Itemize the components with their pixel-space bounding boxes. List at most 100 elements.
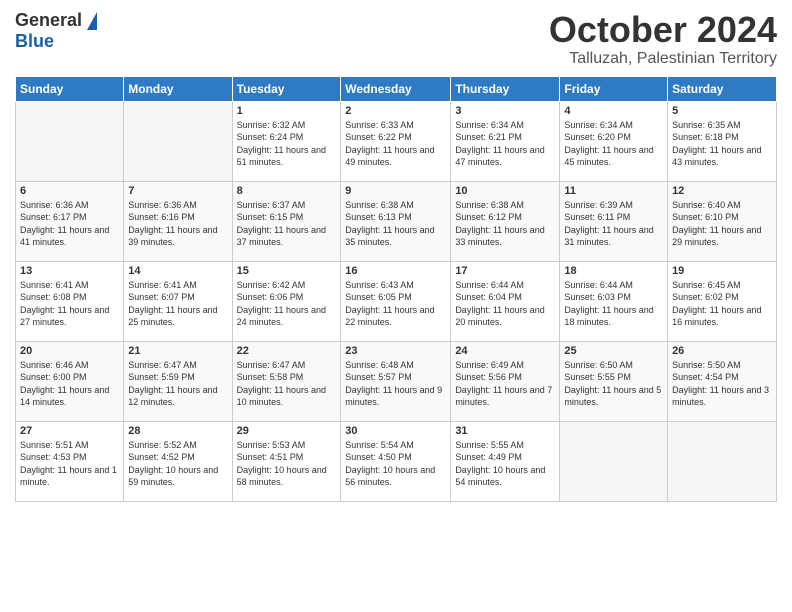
calendar-cell: 10 Sunrise: 6:38 AMSunset: 6:12 PMDayligh… xyxy=(451,181,560,261)
logo-general-text: General xyxy=(15,10,82,31)
day-number: 17 xyxy=(455,265,555,277)
calendar: SundayMondayTuesdayWednesdayThursdayFrid… xyxy=(15,76,777,502)
title-month: October 2024 xyxy=(549,10,777,50)
day-number: 20 xyxy=(20,345,119,357)
day-number: 13 xyxy=(20,265,119,277)
calendar-header-row: SundayMondayTuesdayWednesdayThursdayFrid… xyxy=(16,76,777,101)
calendar-cell: 16 Sunrise: 6:43 AMSunset: 6:05 PMDayligh… xyxy=(341,261,451,341)
calendar-cell: 2 Sunrise: 6:33 AMSunset: 6:22 PMDaylight… xyxy=(341,101,451,181)
day-info: Sunrise: 6:39 AMSunset: 6:11 PMDaylight:… xyxy=(564,199,663,249)
calendar-header-thursday: Thursday xyxy=(451,76,560,101)
header: General Blue October 2024 Talluzah, Pale… xyxy=(15,10,777,68)
day-info: Sunrise: 6:47 AMSunset: 5:58 PMDaylight:… xyxy=(237,359,337,409)
day-number: 26 xyxy=(672,345,772,357)
calendar-cell: 7Sunrise: 6:36 AMSunset: 6:16 PMDaylight… xyxy=(124,181,232,261)
calendar-cell: 1Sunrise: 6:32 AMSunset: 6:24 PMDaylight… xyxy=(232,101,341,181)
day-number: 9 xyxy=(345,185,446,197)
calendar-cell: 30 Sunrise: 5:54 AMSunset: 4:50 PMDayligh… xyxy=(341,421,451,501)
day-info: Sunrise: 5:53 AMSunset: 4:51 PMDaylight:… xyxy=(237,439,337,489)
calendar-cell: 3Sunrise: 6:34 AMSunset: 6:21 PMDaylight… xyxy=(451,101,560,181)
calendar-header-friday: Friday xyxy=(560,76,668,101)
calendar-cell: 4Sunrise: 6:34 AMSunset: 6:20 PMDaylight… xyxy=(560,101,668,181)
day-number: 11 xyxy=(564,185,663,197)
day-info: Sunrise: 6:47 AMSunset: 5:59 PMDaylight:… xyxy=(128,359,227,409)
calendar-cell: 26 Sunrise: 5:50 AMSunset: 4:54 PMDayligh… xyxy=(668,341,777,421)
calendar-cell: 27 Sunrise: 5:51 AMSunset: 4:53 PMDayligh… xyxy=(16,421,124,501)
day-number: 29 xyxy=(237,425,337,437)
day-info: Sunrise: 6:43 AMSunset: 6:05 PMDaylight:… xyxy=(345,279,446,329)
logo-blue-text: Blue xyxy=(15,31,54,52)
day-number: 18 xyxy=(564,265,663,277)
calendar-cell: 20Sunrise: 6:46 AMSunset: 6:00 PMDayligh… xyxy=(16,341,124,421)
day-number: 27 xyxy=(20,425,119,437)
day-info: Sunrise: 5:50 AMSunset: 4:54 PMDaylight:… xyxy=(672,359,772,409)
calendar-cell: 29 Sunrise: 5:53 AMSunset: 4:51 PMDayligh… xyxy=(232,421,341,501)
day-number: 10 xyxy=(455,185,555,197)
calendar-cell: 9 Sunrise: 6:38 AMSunset: 6:13 PMDaylight… xyxy=(341,181,451,261)
day-info: Sunrise: 5:51 AMSunset: 4:53 PMDaylight:… xyxy=(20,439,119,489)
day-number: 30 xyxy=(345,425,446,437)
day-number: 16 xyxy=(345,265,446,277)
calendar-header-wednesday: Wednesday xyxy=(341,76,451,101)
day-number: 22 xyxy=(237,345,337,357)
calendar-cell: 11 Sunrise: 6:39 AMSunset: 6:11 PMDayligh… xyxy=(560,181,668,261)
title-block: October 2024 Talluzah, Palestinian Terri… xyxy=(549,10,777,68)
day-number: 3 xyxy=(455,105,555,117)
day-info: Sunrise: 6:49 AMSunset: 5:56 PMDaylight:… xyxy=(455,359,555,409)
day-info: Sunrise: 6:37 AMSunset: 6:15 PMDaylight:… xyxy=(237,199,337,249)
calendar-week-row: 20Sunrise: 6:46 AMSunset: 6:00 PMDayligh… xyxy=(16,341,777,421)
day-info: Sunrise: 6:38 AMSunset: 6:12 PMDaylight:… xyxy=(455,199,555,249)
calendar-cell: 31 Sunrise: 5:55 AMSunset: 4:49 PMDayligh… xyxy=(451,421,560,501)
calendar-cell: 15Sunrise: 6:42 AMSunset: 6:06 PMDayligh… xyxy=(232,261,341,341)
day-info: Sunrise: 6:33 AMSunset: 6:22 PMDaylight:… xyxy=(345,119,446,169)
day-info: Sunrise: 5:54 AMSunset: 4:50 PMDaylight:… xyxy=(345,439,446,489)
calendar-cell: 22 Sunrise: 6:47 AMSunset: 5:58 PMDayligh… xyxy=(232,341,341,421)
calendar-cell: 17 Sunrise: 6:44 AMSunset: 6:04 PMDayligh… xyxy=(451,261,560,341)
day-info: Sunrise: 6:40 AMSunset: 6:10 PMDaylight:… xyxy=(672,199,772,249)
day-number: 28 xyxy=(128,425,227,437)
day-number: 25 xyxy=(564,345,663,357)
calendar-cell: 21Sunrise: 6:47 AMSunset: 5:59 PMDayligh… xyxy=(124,341,232,421)
day-number: 2 xyxy=(345,105,446,117)
day-info: Sunrise: 6:45 AMSunset: 6:02 PMDaylight:… xyxy=(672,279,772,329)
calendar-cell xyxy=(668,421,777,501)
calendar-cell xyxy=(124,101,232,181)
day-number: 31 xyxy=(455,425,555,437)
calendar-header-sunday: Sunday xyxy=(16,76,124,101)
title-location: Talluzah, Palestinian Territory xyxy=(549,50,777,68)
calendar-cell: 6Sunrise: 6:36 AMSunset: 6:17 PMDaylight… xyxy=(16,181,124,261)
day-info: Sunrise: 6:41 AMSunset: 6:08 PMDaylight:… xyxy=(20,279,119,329)
day-number: 6 xyxy=(20,185,119,197)
calendar-cell: 13 Sunrise: 6:41 AMSunset: 6:08 PMDayligh… xyxy=(16,261,124,341)
day-info: Sunrise: 6:38 AMSunset: 6:13 PMDaylight:… xyxy=(345,199,446,249)
day-number: 5 xyxy=(672,105,772,117)
day-number: 19 xyxy=(672,265,772,277)
day-number: 14 xyxy=(128,265,227,277)
day-number: 24 xyxy=(455,345,555,357)
calendar-cell: 23Sunrise: 6:48 AMSunset: 5:57 PMDayligh… xyxy=(341,341,451,421)
day-number: 8 xyxy=(237,185,337,197)
calendar-cell xyxy=(16,101,124,181)
calendar-cell: 5Sunrise: 6:35 AMSunset: 6:18 PMDaylight… xyxy=(668,101,777,181)
calendar-cell: 24 Sunrise: 6:49 AMSunset: 5:56 PMDayligh… xyxy=(451,341,560,421)
day-info: Sunrise: 6:44 AMSunset: 6:04 PMDaylight:… xyxy=(455,279,555,329)
day-info: Sunrise: 6:32 AMSunset: 6:24 PMDaylight:… xyxy=(237,119,337,169)
day-info: Sunrise: 6:41 AMSunset: 6:07 PMDaylight:… xyxy=(128,279,227,329)
day-info: Sunrise: 5:55 AMSunset: 4:49 PMDaylight:… xyxy=(455,439,555,489)
day-info: Sunrise: 5:52 AMSunset: 4:52 PMDaylight:… xyxy=(128,439,227,489)
day-info: Sunrise: 6:44 AMSunset: 6:03 PMDaylight:… xyxy=(564,279,663,329)
calendar-header-monday: Monday xyxy=(124,76,232,101)
calendar-week-row: 1Sunrise: 6:32 AMSunset: 6:24 PMDaylight… xyxy=(16,101,777,181)
logo: General Blue xyxy=(15,10,97,52)
calendar-week-row: 13 Sunrise: 6:41 AMSunset: 6:08 PMDayligh… xyxy=(16,261,777,341)
calendar-cell: 8 Sunrise: 6:37 AMSunset: 6:15 PMDaylight… xyxy=(232,181,341,261)
calendar-week-row: 6Sunrise: 6:36 AMSunset: 6:17 PMDaylight… xyxy=(16,181,777,261)
day-info: Sunrise: 6:48 AMSunset: 5:57 PMDaylight:… xyxy=(345,359,446,409)
day-info: Sunrise: 6:50 AMSunset: 5:55 PMDaylight:… xyxy=(564,359,663,409)
calendar-cell: 25 Sunrise: 6:50 AMSunset: 5:55 PMDayligh… xyxy=(560,341,668,421)
day-info: Sunrise: 6:34 AMSunset: 6:20 PMDaylight:… xyxy=(564,119,663,169)
calendar-week-row: 27 Sunrise: 5:51 AMSunset: 4:53 PMDayligh… xyxy=(16,421,777,501)
calendar-header-saturday: Saturday xyxy=(668,76,777,101)
calendar-header-tuesday: Tuesday xyxy=(232,76,341,101)
logo-triangle-icon xyxy=(87,12,97,30)
